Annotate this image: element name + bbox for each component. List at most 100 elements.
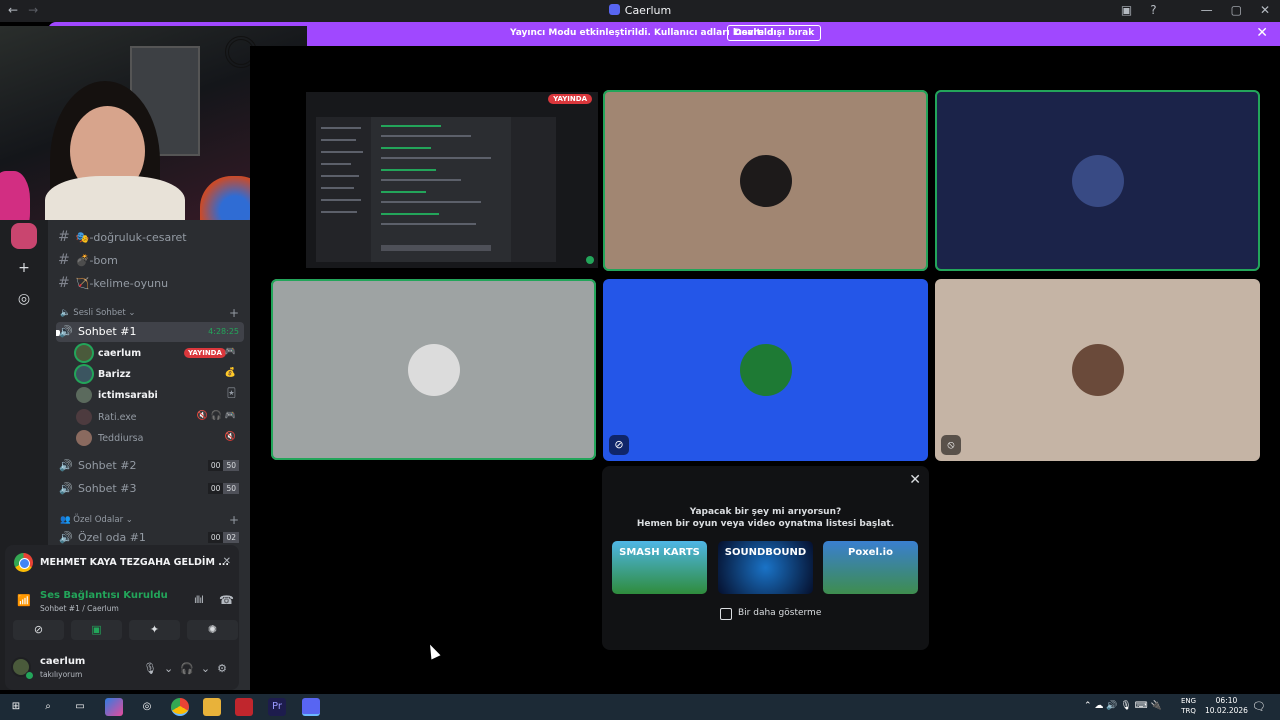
channel-name: -doğruluk-cesaret [89, 231, 187, 244]
member-name: ictimsarabi [98, 390, 158, 401]
shared-line [381, 201, 481, 203]
muted-icon: 🔇 [224, 432, 236, 442]
window-controls: ▣ ? — ▢ ✕ [1121, 3, 1270, 17]
dont-show-label[interactable]: Bir daha gösterme [738, 608, 821, 618]
close-icon[interactable]: ✕ [909, 472, 921, 488]
channel-dogruluk-cesaret[interactable]: # 🎭-doğruluk-cesaret [58, 229, 187, 245]
taskview-icon[interactable]: ▭ [71, 698, 89, 716]
headset-icon[interactable]: 🎧 [180, 662, 194, 675]
shared-line [321, 163, 351, 165]
participant-tile-3[interactable] [271, 279, 596, 460]
banner-close-icon[interactable]: ✕ [1256, 25, 1268, 41]
activity-status[interactable]: MEHMET KAYA TEZGAHA GELDİM ... ✕ [5, 545, 239, 580]
category-sesli-sohbet[interactable]: 🔈 Sesli Sohbet ⌄ + [60, 306, 239, 320]
camera-off-icon: ⊘ [609, 435, 629, 455]
shared-screen [316, 117, 556, 262]
inbox-icon[interactable]: ▣ [1121, 3, 1132, 17]
disable-streamer-mode-button[interactable]: Devre dışı bırak [727, 25, 822, 41]
minimize-button[interactable]: — [1201, 3, 1213, 17]
game-smash-karts[interactable]: SMASH KARTS [612, 541, 707, 594]
channel-bom[interactable]: # 💣-bom [58, 252, 118, 268]
pink-object [0, 171, 30, 220]
avatar [76, 409, 92, 425]
category-ozel-odalar[interactable]: 👥 Özel Odalar ⌄ + [60, 513, 239, 527]
disconnect-icon[interactable]: ☎ [219, 593, 234, 607]
compass-icon[interactable]: ◎ [13, 288, 35, 310]
category-label: Özel Odalar [73, 515, 124, 525]
notification-icon[interactable]: 🗨 [1252, 700, 1266, 713]
muted-icons: 🔇 🎧 🎮 [196, 411, 236, 421]
member-ictimsarabi[interactable]: ictimsarabi 🃏 [76, 386, 246, 406]
shared-line [381, 125, 441, 127]
server-avatar[interactable] [11, 223, 37, 249]
shared-line [381, 135, 471, 137]
shared-members [511, 117, 556, 262]
user-limit-value: 50 [223, 483, 239, 494]
member-caerlum[interactable]: caerlum YAYINDA 🎮 [76, 344, 246, 364]
explorer-icon[interactable] [203, 698, 221, 716]
connection-channel[interactable]: Sohbet #1 / Caerlum [40, 604, 119, 613]
user-avatar[interactable] [11, 657, 34, 680]
add-channel-icon[interactable]: + [229, 306, 239, 320]
member-rati-exe[interactable]: Rati.exe 🔇 🎧 🎮 [76, 408, 246, 428]
camera-off-icon[interactable]: ⊘ [13, 620, 64, 640]
game-soundbound[interactable]: SOUNDBOUND [718, 541, 813, 594]
activities-icon[interactable]: ✦ [129, 620, 180, 640]
shared-input [381, 245, 491, 251]
clock[interactable]: 06:10 10.02.2026 [1205, 696, 1248, 716]
participant-tile-4[interactable]: ⊘ [603, 279, 928, 461]
participant-tile-2[interactable] [935, 90, 1260, 271]
member-name: caerlum [98, 348, 142, 359]
activity-promo: ✕ Yapacak bir şey mi arıyorsun? Hemen bi… [602, 466, 929, 650]
user-count: 00 [207, 483, 224, 494]
avatar [739, 344, 792, 396]
start-icon[interactable]: ⊞ [7, 698, 25, 716]
video-icon[interactable] [235, 698, 253, 716]
chevron-down-icon[interactable]: ⌄ [164, 662, 173, 675]
add-channel-icon[interactable]: + [229, 513, 239, 527]
screen-share-icon[interactable]: ▣ [71, 620, 122, 640]
speaker-icon: 🔊 [59, 482, 73, 495]
premiere-icon[interactable]: Pr [268, 698, 286, 716]
member-barizz[interactable]: Barizz 💰 [76, 365, 246, 385]
participant-tile-1[interactable] [603, 90, 928, 271]
search-icon[interactable]: ⌕ [39, 698, 57, 716]
window-title-text: Caerlum [624, 4, 672, 17]
avatar [76, 345, 92, 361]
channel-kelime-oyunu[interactable]: # 🏹-kelime-oyunu [58, 275, 168, 291]
member-teddiursa[interactable]: Teddiursa 🔇 [76, 429, 246, 449]
member-name: Rati.exe [98, 412, 137, 423]
user-controls: 🎙 ⌄ 🎧 ⌄ ⚙ [143, 662, 227, 675]
game-poxel-io[interactable]: Poxel.io [823, 541, 918, 594]
language-indicator[interactable]: ENG TRQ [1181, 696, 1196, 716]
mic-off-icon: ⦸ [941, 435, 961, 455]
copilot-icon[interactable] [105, 698, 123, 716]
discord-icon[interactable] [302, 698, 320, 716]
dont-show-checkbox[interactable] [720, 608, 732, 620]
channel-name: -bom [89, 254, 118, 267]
close-button[interactable]: ✕ [1260, 3, 1270, 17]
soundboard-icon[interactable]: ✺ [187, 620, 238, 640]
clock-time: 06:10 [1215, 696, 1238, 705]
chevron-down-icon[interactable]: ⌄ [201, 662, 210, 675]
chrome-icon[interactable] [171, 698, 189, 716]
plus-icon[interactable]: + [13, 257, 35, 279]
screenshare-tile[interactable]: YAYINDA [306, 92, 598, 268]
signal-icon: 📶 [17, 594, 31, 607]
system-tray[interactable]: ⌃ ☁ 🔊 🎙 ⌨ 🔌 [1084, 701, 1162, 711]
shared-line [381, 191, 426, 193]
voice-channel-sohbet-3[interactable]: 🔊 Sohbet #3 00 50 [56, 479, 244, 499]
user-name[interactable]: caerlum [40, 656, 85, 667]
close-activity-icon[interactable]: ✕ [223, 556, 231, 567]
voice-channel-sohbet-2[interactable]: 🔊 Sohbet #2 00 50 [56, 456, 244, 476]
voice-channel-sohbet-1[interactable]: 🔊 Sohbet #1 4:28:25 [56, 322, 244, 342]
avatar [1071, 344, 1124, 396]
noise-suppression-icon[interactable]: ıllıl [194, 595, 204, 606]
connection-status[interactable]: Ses Bağlantısı Kuruldu [40, 590, 168, 601]
help-icon[interactable]: ? [1150, 3, 1156, 17]
maximize-button[interactable]: ▢ [1231, 3, 1242, 17]
settings-icon[interactable]: ⚙ [217, 662, 227, 675]
mic-icon[interactable]: 🎙 [143, 662, 157, 675]
participant-tile-5[interactable]: ⦸ [935, 279, 1260, 461]
app-icon[interactable]: ◎ [138, 698, 156, 716]
